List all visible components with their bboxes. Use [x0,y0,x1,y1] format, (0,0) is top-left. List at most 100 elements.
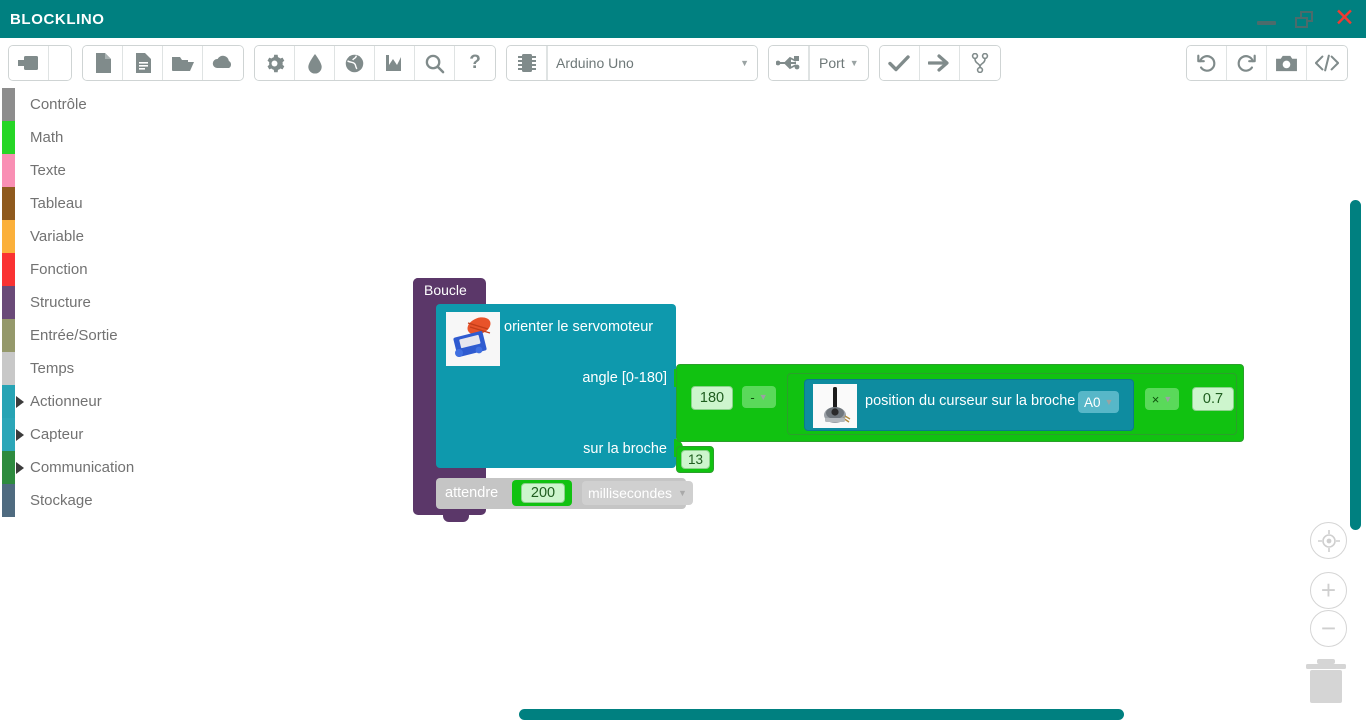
wait-value-field[interactable]: 200 [521,483,565,503]
sidebar-item-fonction[interactable]: Fonction [0,253,200,286]
chevron-down-icon: ▼ [1104,397,1114,407]
example-file-icon[interactable] [123,46,163,80]
chip-icon[interactable] [507,46,547,80]
sidebar-item-tableau[interactable]: Tableau [0,187,200,220]
boucle-block-label: Boucle [424,282,467,298]
sidebar-item-controle[interactable]: Contrôle [0,88,200,121]
window-controls: ✕ [1254,0,1358,38]
chart-icon[interactable] [375,46,415,80]
sidebar-item-variable[interactable]: Variable [0,220,200,253]
wait-top-notch [448,478,470,486]
trash-icon[interactable] [1304,658,1348,704]
toolbar: ? Arduino Uno ▼ Port ▼ [0,38,1366,88]
minimize-button[interactable] [1254,7,1278,31]
sidebar-item-communication[interactable]: Communication [0,451,200,484]
math-multiply-block[interactable]: position du curseur sur la broche A0 ▼ ×… [787,373,1237,435]
sidebar-item-label: Math [30,129,64,146]
usb-icon[interactable] [769,46,809,80]
wait-unit-dropdown[interactable]: millisecondes ▼ [582,481,693,505]
vertical-scrollbar[interactable] [1350,200,1361,530]
sidebar-item-label: Actionneur [30,393,102,410]
expand-arrow-icon [16,461,24,474]
sidebar-item-structure[interactable]: Structure [0,286,200,319]
search-icon[interactable] [415,46,455,80]
category-color-swatch [2,253,15,286]
connection-group: Port ▼ [768,45,869,81]
horizontal-scrollbar[interactable] [519,709,1124,720]
servo-block[interactable]: orienter le servomoteur angle [0-180] su… [436,304,683,468]
panel-toggle-icon[interactable] [9,46,49,80]
category-color-swatch [2,286,15,319]
sidebar-item-stockage[interactable]: Stockage [0,484,200,517]
redo-icon[interactable] [1227,46,1267,80]
app-title: BLOCKLINO [10,10,105,28]
wait-number-block[interactable]: 200 [512,480,572,506]
math-subtract-block[interactable]: 180 - ▼ position du curseur sur la broch… [676,364,1244,442]
sidebar-item-math[interactable]: Math [0,121,200,154]
new-file-icon[interactable] [83,46,123,80]
close-button[interactable]: ✕ [1334,5,1358,31]
help-icon[interactable]: ? [455,46,495,80]
restore-button[interactable] [1294,7,1318,31]
boucle-block-header[interactable]: Boucle [413,278,482,304]
sidebar-item-label: Stockage [30,492,93,509]
zoom-in-button[interactable]: + [1310,572,1347,609]
branch-icon[interactable] [959,46,1000,80]
wait-unit-value: millisecondes [588,485,673,501]
sidebar-item-actionneur[interactable]: Actionneur [0,385,200,418]
wait-block[interactable]: attendre 200 millisecondes ▼ [436,478,693,509]
save-cloud-icon[interactable] [203,46,243,80]
math-operator-dropdown[interactable]: - ▼ [742,386,776,408]
code-icon[interactable] [1307,46,1347,80]
servo-pin-value-field[interactable]: 13 [681,450,710,469]
category-color-swatch [2,187,15,220]
category-color-swatch [2,418,15,451]
zoom-out-button[interactable]: − [1310,610,1347,647]
board-select[interactable]: Arduino Uno ▼ [547,46,757,80]
verify-check-icon[interactable] [879,46,920,80]
zoom-center-button[interactable] [1310,522,1347,559]
chevron-down-icon: ▼ [849,58,859,68]
servo-angle-label: angle [0-180] [582,370,667,386]
category-color-swatch [2,220,15,253]
category-color-swatch [2,154,15,187]
upload-arrow-icon[interactable] [919,46,960,80]
port-select-value: Port [819,55,845,71]
port-select[interactable]: Port ▼ [809,46,868,80]
undo-icon[interactable] [1187,46,1227,80]
board-select-value: Arduino Uno [556,55,634,71]
sidebar-item-label: Texte [30,162,66,179]
file-group [82,45,244,81]
math-left-value-field[interactable]: 180 [691,386,733,410]
multiply-operator-value: × [1151,391,1160,407]
multiply-operator-dropdown[interactable]: × ▼ [1145,388,1179,410]
gear-icon[interactable] [255,46,295,80]
sidebar-item-label: Structure [30,294,91,311]
sensor-pin-dropdown[interactable]: A0 ▼ [1078,391,1120,413]
open-folder-icon[interactable] [163,46,203,80]
droplet-icon[interactable] [295,46,335,80]
blockly-workspace[interactable]: Boucle orienter le servomoteur angle [0-… [200,88,1366,728]
panel-edge-icon[interactable] [49,46,71,80]
category-color-swatch [2,484,15,517]
category-color-swatch [2,385,15,418]
sidebar-item-label: Fonction [30,261,88,278]
globe-icon[interactable] [335,46,375,80]
chevron-down-icon: ▼ [678,488,687,498]
sidebar-item-capteur[interactable]: Capteur [0,418,200,451]
potentiometer-read-block[interactable]: position du curseur sur la broche A0 ▼ [804,379,1134,431]
servo-pin-number-block[interactable]: 13 [676,446,714,473]
toolbar-right [1186,45,1358,81]
camera-icon[interactable] [1267,46,1307,80]
sensor-pin-value: A0 [1084,394,1101,410]
sidebar-item-temps[interactable]: Temps [0,352,200,385]
chevron-down-icon: ▼ [758,392,768,402]
settings-group: ? [254,45,496,81]
multiply-right-value-field[interactable]: 0.7 [1192,387,1234,411]
sidebar-item-texte[interactable]: Texte [0,154,200,187]
toolbox-sidebar: Contrôle Math Texte Tableau Variable Fon… [0,88,200,728]
sidebar-item-label: Tableau [30,195,83,212]
sensor-block-label: position du curseur sur la broche [865,393,1076,409]
sidebar-item-entree-sortie[interactable]: Entrée/Sortie [0,319,200,352]
sidebar-item-label: Temps [30,360,75,377]
